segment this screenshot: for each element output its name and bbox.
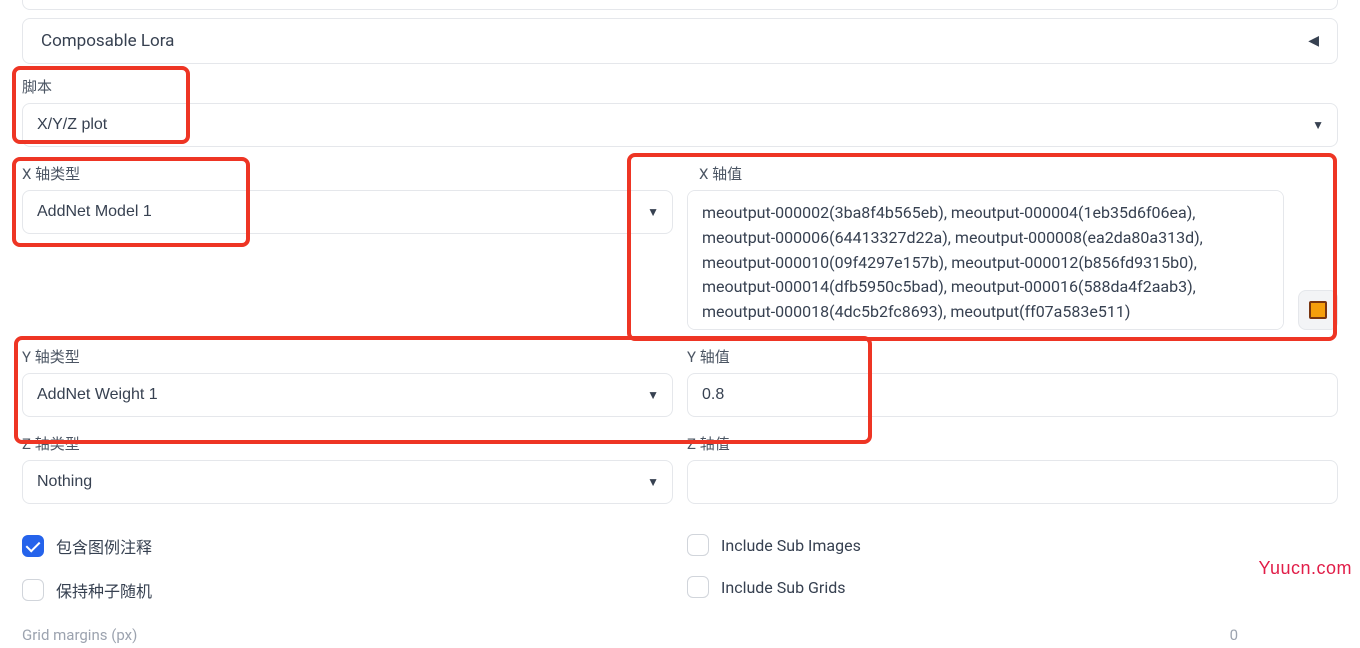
accordion-composable-lora[interactable]: Composable Lora ◀ [22, 18, 1338, 64]
x-values-label: X 轴值 [699, 163, 1338, 184]
checkbox-sub-grids[interactable] [687, 576, 709, 598]
z-values-label: Z 轴值 [687, 433, 1338, 454]
grid-margins-value: 0 [1230, 626, 1238, 644]
checkbox-keep-seed[interactable] [22, 579, 44, 601]
checkbox-legend[interactable] [22, 535, 44, 557]
fill-values-button[interactable] [1298, 290, 1338, 330]
chevron-left-icon: ◀ [1308, 33, 1319, 49]
checkbox-sub-grids-label[interactable]: Include Sub Grids [721, 578, 846, 597]
watermark: Yuucn.com [1258, 558, 1352, 579]
y-type-select[interactable] [22, 373, 673, 417]
z-type-label: Z 轴类型 [22, 433, 673, 454]
script-label: 脚本 [22, 76, 1338, 97]
clipboard-icon [1309, 301, 1327, 319]
x-values-textarea[interactable] [687, 190, 1284, 330]
y-values-label: Y 轴值 [687, 346, 1338, 367]
checkbox-keep-seed-label[interactable]: 保持种子随机 [56, 578, 152, 602]
y-values-input[interactable] [687, 373, 1338, 417]
checkbox-legend-label[interactable]: 包含图例注释 [56, 534, 152, 558]
z-type-select[interactable] [22, 460, 673, 504]
checkbox-sub-images[interactable] [687, 534, 709, 556]
y-type-label: Y 轴类型 [22, 346, 673, 367]
script-select[interactable] [22, 103, 1338, 147]
z-values-input[interactable] [687, 460, 1338, 504]
accordion-title: Composable Lora [41, 31, 174, 51]
x-type-label: X 轴类型 [22, 163, 673, 184]
checkbox-sub-images-label[interactable]: Include Sub Images [721, 536, 861, 555]
previous-accordion-bottom [22, 0, 1338, 10]
x-type-select[interactable] [22, 190, 673, 234]
grid-margins-label: Grid margins (px) [22, 626, 137, 644]
